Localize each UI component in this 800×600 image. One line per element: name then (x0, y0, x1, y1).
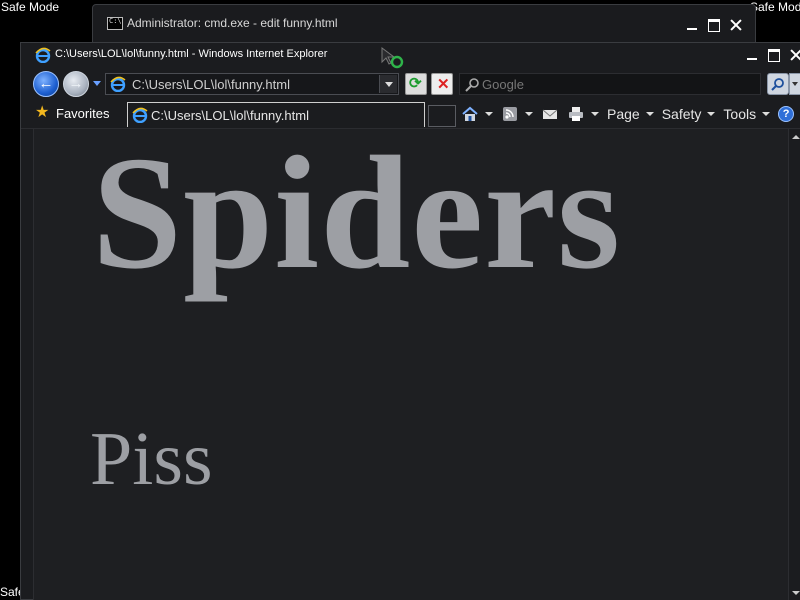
print-dropdown-icon[interactable] (591, 112, 599, 116)
back-arrow-icon: ← (38, 75, 54, 92)
maximize-button[interactable] (765, 47, 783, 63)
forward-button[interactable]: → (63, 71, 89, 97)
search-button[interactable] (767, 73, 789, 95)
address-bar[interactable]: C:\Users\LOL\lol\funny.html (105, 73, 399, 95)
favorites-bar: ★ Favorites C:\Users\LOL\lol\funny.html (21, 99, 800, 129)
ie-logo-icon (35, 47, 51, 63)
chevron-down-icon (707, 112, 716, 116)
new-tab-button[interactable] (428, 105, 456, 127)
vertical-scrollbar[interactable] (788, 129, 800, 600)
safety-menu[interactable]: Safety (662, 106, 716, 122)
cmd-window-controls (683, 17, 745, 33)
page-content: Spiders Piss (33, 129, 788, 600)
safe-mode-label-top-left: Safe Mode (1, 0, 60, 14)
address-text[interactable]: C:\Users\LOL\lol\funny.html (132, 77, 290, 92)
maximize-button[interactable] (705, 17, 723, 33)
print-button[interactable] (567, 106, 599, 122)
cmd-icon: C:\ (107, 17, 123, 30)
ie-titlebar[interactable]: C:\Users\LOL\lol\funny.html - Windows In… (21, 43, 800, 67)
home-icon (462, 106, 478, 121)
search-provider-icon (465, 78, 479, 92)
tools-menu[interactable]: Tools (723, 106, 771, 122)
chevron-down-icon (762, 112, 771, 116)
page-menu-label: Page (607, 106, 640, 122)
search-options-dropdown[interactable] (789, 73, 800, 95)
page-paragraph: Piss (90, 417, 213, 501)
rss-icon (503, 107, 517, 121)
refresh-button[interactable]: ⟳ (405, 73, 427, 95)
tab-title: C:\Users\LOL\lol\funny.html (151, 108, 309, 123)
magnifier-icon (771, 78, 784, 91)
read-mail-button[interactable] (541, 106, 559, 122)
mail-icon (542, 109, 558, 119)
feeds-dropdown-icon[interactable] (525, 112, 533, 116)
busy-cursor-icon (381, 47, 404, 69)
close-button[interactable] (787, 47, 800, 63)
address-dropdown-button[interactable] (379, 75, 397, 93)
scroll-up-icon[interactable] (792, 135, 800, 139)
printer-icon (569, 107, 583, 121)
tab-funny-html[interactable]: C:\Users\LOL\lol\funny.html (127, 102, 425, 127)
back-button[interactable]: ← (33, 71, 59, 97)
scroll-down-icon[interactable] (792, 591, 800, 595)
ie-page-icon (132, 107, 148, 123)
cmd-window-title: Administrator: cmd.exe - edit funny.html (127, 16, 338, 30)
ie-window-title: C:\Users\LOL\lol\funny.html - Windows In… (55, 48, 328, 60)
home-dropdown-icon[interactable] (485, 112, 493, 116)
page-heading: Spiders (92, 129, 622, 303)
help-icon: ? (778, 106, 795, 122)
chevron-down-icon (645, 112, 654, 116)
help-menu[interactable]: ? (778, 106, 800, 122)
navigation-bar: ← → C:\Users\LOL\lol\funny.html ⟳ ✕ Goog… (21, 67, 800, 99)
safe-mode-label-top-right: Safe Mode (750, 0, 800, 14)
ie-window: C:\Users\LOL\lol\funny.html - Windows In… (20, 42, 800, 600)
cmd-window[interactable]: C:\ Administrator: cmd.exe - edit funny.… (92, 4, 756, 44)
stop-button[interactable]: ✕ (431, 73, 453, 95)
ie-page-icon (110, 76, 126, 92)
tools-menu-label: Tools (723, 106, 757, 122)
forward-arrow-icon: → (68, 75, 84, 92)
minimize-button[interactable] (683, 17, 701, 33)
feeds-button[interactable] (501, 106, 533, 122)
home-button[interactable] (461, 106, 493, 122)
close-button[interactable] (727, 17, 745, 33)
minimize-button[interactable] (743, 47, 761, 63)
search-placeholder: Google (482, 77, 524, 92)
page-menu[interactable]: Page (607, 106, 654, 122)
safety-menu-label: Safety (661, 106, 702, 122)
ie-window-controls (743, 47, 800, 63)
favorites-button[interactable]: Favorites (56, 106, 109, 121)
recent-pages-dropdown-icon[interactable] (93, 81, 101, 86)
search-input[interactable]: Google (459, 73, 761, 95)
refresh-icon: ⟳ (409, 75, 422, 92)
favorites-star-icon: ★ (35, 104, 50, 121)
stop-icon: ✕ (437, 76, 450, 93)
command-bar: Page Safety Tools ? (461, 102, 800, 126)
